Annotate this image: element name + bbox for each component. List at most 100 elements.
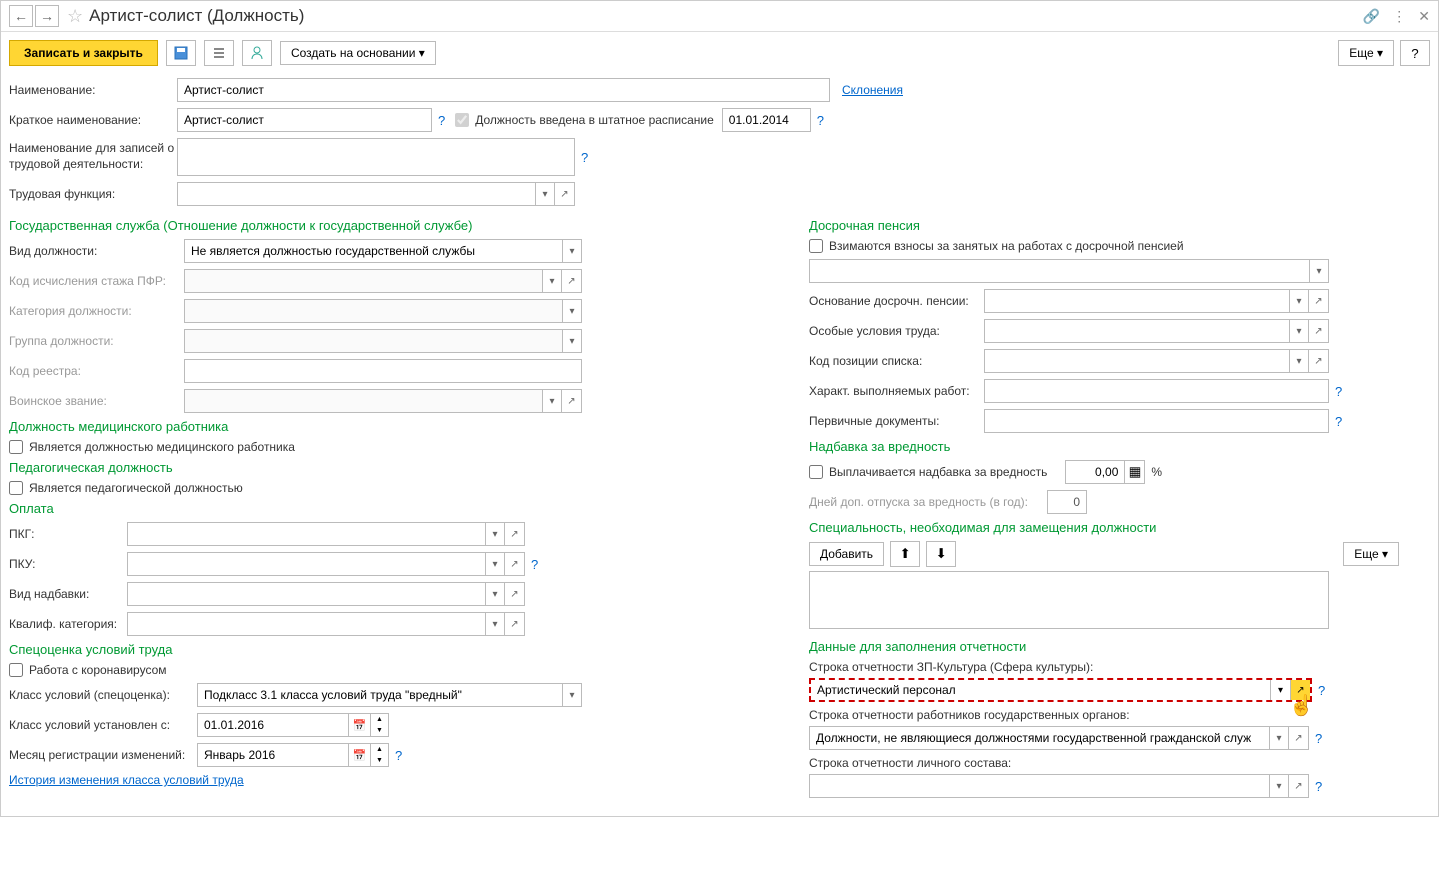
dropdown-button[interactable]: ▾ — [485, 582, 505, 606]
help-icon[interactable]: ? — [581, 150, 588, 165]
primary-docs-input[interactable] — [984, 409, 1329, 433]
help-icon[interactable]: ? — [438, 113, 445, 128]
dropdown-button[interactable]: ▾ — [1309, 259, 1329, 283]
move-down-button[interactable]: ⬇ — [926, 541, 956, 567]
more-button[interactable]: Еще ▾ — [1343, 542, 1399, 566]
pkg-input[interactable] — [127, 522, 485, 546]
dropdown-button: ▾ — [562, 299, 582, 323]
open-button[interactable]: ↗ — [1289, 774, 1309, 798]
open-button[interactable]: ↗ — [1309, 289, 1329, 313]
personnel-input[interactable] — [809, 774, 1269, 798]
help-button[interactable]: ? — [1400, 40, 1430, 66]
pkg-label: ПКГ: — [9, 527, 127, 541]
save-button[interactable] — [166, 40, 196, 66]
spin-up[interactable]: ▲ — [371, 744, 388, 755]
schedule-date-input[interactable] — [722, 108, 811, 132]
hazard-checkbox[interactable] — [809, 465, 823, 479]
list-pos-label: Код позиции списка: — [809, 354, 984, 368]
chevron-down-icon: ▾ — [419, 46, 425, 60]
dropdown-button[interactable]: ▾ — [1270, 680, 1290, 700]
spin-down[interactable]: ▼ — [371, 725, 388, 736]
calendar-button[interactable]: 📅 — [349, 713, 371, 737]
pku-input[interactable] — [127, 552, 485, 576]
dropdown-button[interactable]: ▾ — [562, 239, 582, 263]
open-button[interactable]: ↗ — [505, 552, 525, 576]
military-input — [184, 389, 542, 413]
bonus-type-input[interactable] — [127, 582, 485, 606]
dropdown-button[interactable]: ▾ — [1289, 289, 1309, 313]
help-icon[interactable]: ? — [1335, 384, 1342, 399]
open-button[interactable]: ↗ — [1289, 726, 1309, 750]
dropdown-button[interactable]: ▾ — [1269, 774, 1289, 798]
class-input[interactable] — [197, 683, 562, 707]
registry-label: Код реестра: — [9, 364, 184, 378]
spin-down[interactable]: ▼ — [371, 755, 388, 766]
nav-back-button[interactable]: ← — [9, 5, 33, 27]
calendar-button[interactable]: 📅 — [349, 743, 371, 767]
add-button[interactable]: Добавить — [809, 542, 884, 566]
open-button[interactable]: ↗ — [505, 582, 525, 606]
nav-forward-button[interactable]: → — [35, 5, 59, 27]
work-nature-input[interactable] — [984, 379, 1329, 403]
person-button[interactable] — [242, 40, 272, 66]
help-icon[interactable]: ? — [817, 113, 824, 128]
help-icon[interactable]: ? — [1335, 414, 1342, 429]
dropdown-button[interactable]: ▾ — [485, 552, 505, 576]
established-date-input[interactable] — [197, 713, 349, 737]
list-button[interactable] — [204, 40, 234, 66]
open-button[interactable]: ↗ — [505, 522, 525, 546]
dropdown-button[interactable]: ▾ — [1269, 726, 1289, 750]
hazard-amount-input[interactable] — [1065, 460, 1125, 484]
medical-checkbox[interactable] — [9, 440, 23, 454]
link-icon[interactable]: 🔗 — [1363, 8, 1380, 25]
declension-link[interactable]: Склонения — [842, 83, 903, 97]
create-based-button[interactable]: Создать на основании ▾ — [280, 41, 436, 65]
special-cond-input[interactable] — [984, 319, 1289, 343]
history-link[interactable]: История изменения класса условий труда — [9, 773, 244, 787]
qualif-input[interactable] — [127, 612, 485, 636]
kebab-menu-icon[interactable]: ⋮ — [1392, 8, 1406, 25]
reg-month-input[interactable] — [197, 743, 349, 767]
save-close-button[interactable]: Записать и закрыть — [9, 40, 158, 66]
short-name-input[interactable] — [177, 108, 432, 132]
open-button[interactable]: ↗ — [555, 182, 575, 206]
open-button[interactable]: ↗ — [1309, 319, 1329, 343]
reporting-header: Данные для заполнения отчетности — [809, 639, 1399, 654]
dropdown-button[interactable]: ▾ — [1289, 349, 1309, 373]
favorite-icon[interactable]: ☆ — [67, 6, 83, 27]
payment-header: Оплата — [9, 501, 789, 516]
help-icon[interactable]: ? — [395, 748, 402, 763]
move-up-button[interactable]: ⬆ — [890, 541, 920, 567]
dropdown-button[interactable]: ▾ — [485, 522, 505, 546]
calc-button[interactable]: ▦ — [1125, 460, 1145, 484]
pension-basis-input[interactable] — [984, 289, 1289, 313]
gov-report-input[interactable] — [809, 726, 1269, 750]
pension-fees-checkbox[interactable] — [809, 239, 823, 253]
open-button[interactable]: ↗ — [1309, 349, 1329, 373]
position-type-input[interactable] — [184, 239, 562, 263]
dropdown-button[interactable]: ▾ — [562, 683, 582, 707]
help-icon[interactable]: ? — [1318, 683, 1325, 698]
pedagogical-checkbox[interactable] — [9, 481, 23, 495]
culture-input[interactable] — [811, 680, 1270, 700]
dropdown-button[interactable]: ▾ — [1289, 319, 1309, 343]
personnel-label: Строка отчетности личного состава: — [809, 756, 1011, 770]
close-icon[interactable]: ✕ — [1418, 8, 1430, 25]
name-input[interactable] — [177, 78, 830, 102]
corona-checkbox[interactable] — [9, 663, 23, 677]
spin-up[interactable]: ▲ — [371, 714, 388, 725]
more-button[interactable]: Еще ▾ — [1338, 40, 1394, 66]
help-icon[interactable]: ? — [1315, 731, 1322, 746]
help-icon[interactable]: ? — [531, 557, 538, 572]
activity-name-input[interactable] — [177, 138, 575, 176]
dropdown-button[interactable]: ▾ — [485, 612, 505, 636]
speciality-list[interactable] — [809, 571, 1329, 629]
pension-extra-input[interactable] — [809, 259, 1309, 283]
open-button[interactable]: ↗ — [1290, 680, 1310, 700]
help-icon[interactable]: ? — [1315, 779, 1322, 794]
category-input — [184, 299, 562, 323]
open-button[interactable]: ↗ — [505, 612, 525, 636]
list-pos-input[interactable] — [984, 349, 1289, 373]
dropdown-button[interactable]: ▾ — [535, 182, 555, 206]
labor-function-input[interactable] — [177, 182, 535, 206]
